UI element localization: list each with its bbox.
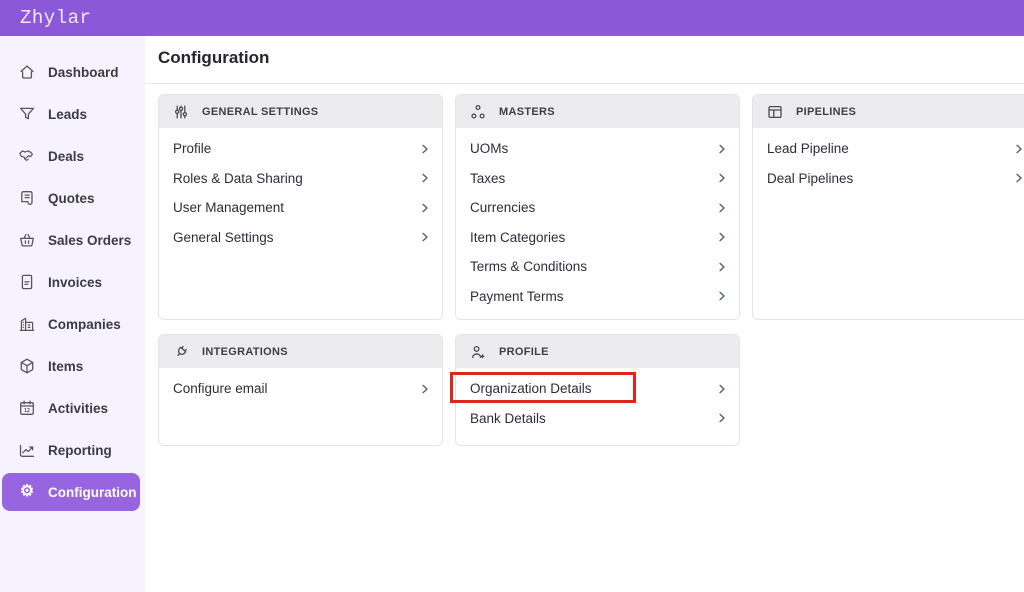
main-content: Configuration GENERAL SETTINGS Profile R… <box>145 36 1024 592</box>
config-link-profile[interactable]: Profile <box>173 134 432 164</box>
config-link-user-management[interactable]: User Management <box>173 193 432 223</box>
card-title: PIPELINES <box>796 106 856 118</box>
chevron-right-icon <box>1012 171 1024 185</box>
sidebar-item-label: Sales Orders <box>48 233 131 248</box>
hierarchy-icon <box>470 104 486 120</box>
invoice-file-icon <box>18 273 36 291</box>
sidebar-item-label: Companies <box>48 317 121 332</box>
card-pipelines-header: PIPELINES <box>753 95 1024 128</box>
card-masters-header: MASTERS <box>456 95 739 128</box>
sidebar: Dashboard Leads Deals Quotes Sales Order <box>0 36 145 592</box>
gear-icon: ⚙ <box>18 483 36 501</box>
config-link-deal-pipelines[interactable]: Deal Pipelines <box>767 164 1024 194</box>
config-link-general-settings[interactable]: General Settings <box>173 223 432 253</box>
chart-line-icon <box>18 441 36 459</box>
config-link-roles-data-sharing[interactable]: Roles & Data Sharing <box>173 164 432 194</box>
config-link-terms-conditions[interactable]: Terms & Conditions <box>470 252 729 282</box>
chevron-right-icon <box>715 260 729 274</box>
card-general-settings-header: GENERAL SETTINGS <box>159 95 442 128</box>
config-link-currencies[interactable]: Currencies <box>470 193 729 223</box>
sidebar-item-label: Quotes <box>48 191 95 206</box>
handshake-icon <box>18 147 36 165</box>
app-window: Zhylar Dashboard Leads Deals Quotes <box>0 0 1024 592</box>
card-pipelines: PIPELINES Lead Pipeline Deal Pipelines <box>752 94 1024 320</box>
home-icon <box>18 63 36 81</box>
config-link-configure-email[interactable]: Configure email <box>173 374 432 404</box>
sidebar-item-label: Dashboard <box>48 65 119 80</box>
board-icon <box>767 104 783 120</box>
config-link-lead-pipeline[interactable]: Lead Pipeline <box>767 134 1024 164</box>
sliders-icon <box>173 104 189 120</box>
sidebar-item-invoices[interactable]: Invoices <box>0 261 145 303</box>
top-bar: Zhylar <box>0 0 1024 36</box>
sidebar-item-configuration[interactable]: ⚙ Configuration <box>2 473 140 511</box>
chevron-right-icon <box>418 201 432 215</box>
card-profile-header: PROFILE <box>456 335 739 368</box>
chevron-right-icon <box>715 382 729 396</box>
config-link-organization-details[interactable]: Organization Details <box>470 374 729 404</box>
cube-icon <box>18 357 36 375</box>
chevron-right-icon <box>715 171 729 185</box>
card-integrations-header: INTEGRATIONS <box>159 335 442 368</box>
sidebar-item-label: Activities <box>48 401 108 416</box>
user-plus-icon <box>470 344 486 360</box>
page-title: Configuration <box>158 48 269 68</box>
card-masters: MASTERS UOMs Taxes Currencies Item Categ… <box>455 94 740 320</box>
sidebar-item-label: Deals <box>48 149 84 164</box>
card-title: GENERAL SETTINGS <box>202 106 318 118</box>
chevron-right-icon <box>418 230 432 244</box>
sidebar-item-items[interactable]: Items <box>0 345 145 387</box>
config-link-item-categories[interactable]: Item Categories <box>470 223 729 253</box>
sidebar-item-leads[interactable]: Leads <box>0 93 145 135</box>
chevron-right-icon <box>715 411 729 425</box>
calendar-icon: 12 <box>18 399 36 417</box>
plug-icon <box>173 344 189 360</box>
funnel-icon <box>18 105 36 123</box>
sidebar-item-companies[interactable]: Companies <box>0 303 145 345</box>
quote-scroll-icon <box>18 189 36 207</box>
sidebar-item-label: Items <box>48 359 83 374</box>
sidebar-item-reporting[interactable]: Reporting <box>0 429 145 471</box>
card-profile: PROFILE Organization Details Bank Detail… <box>455 334 740 446</box>
basket-icon <box>18 231 36 249</box>
sidebar-item-sales-orders[interactable]: Sales Orders <box>0 219 145 261</box>
building-icon <box>18 315 36 333</box>
chevron-right-icon <box>1012 142 1024 156</box>
chevron-right-icon <box>715 289 729 303</box>
chevron-right-icon <box>715 142 729 156</box>
sidebar-item-dashboard[interactable]: Dashboard <box>0 51 145 93</box>
sidebar-item-label: Leads <box>48 107 87 122</box>
chevron-right-icon <box>715 230 729 244</box>
sidebar-item-quotes[interactable]: Quotes <box>0 177 145 219</box>
chevron-right-icon <box>418 382 432 396</box>
sidebar-item-deals[interactable]: Deals <box>0 135 145 177</box>
config-link-taxes[interactable]: Taxes <box>470 164 729 194</box>
sidebar-item-label: Invoices <box>48 275 102 290</box>
config-link-payment-terms[interactable]: Payment Terms <box>470 282 729 312</box>
title-divider <box>145 83 1024 84</box>
card-general-settings: GENERAL SETTINGS Profile Roles & Data Sh… <box>158 94 443 320</box>
app-logo: Zhylar <box>20 7 91 29</box>
card-title: INTEGRATIONS <box>202 346 288 358</box>
config-link-bank-details[interactable]: Bank Details <box>470 404 729 434</box>
card-title: MASTERS <box>499 106 555 118</box>
sidebar-item-activities[interactable]: 12 Activities <box>0 387 145 429</box>
card-integrations: INTEGRATIONS Configure email <box>158 334 443 446</box>
sidebar-item-label: Configuration <box>48 485 136 500</box>
svg-text:12: 12 <box>24 408 30 414</box>
chevron-right-icon <box>715 201 729 215</box>
config-link-uoms[interactable]: UOMs <box>470 134 729 164</box>
card-title: PROFILE <box>499 346 549 358</box>
chevron-right-icon <box>418 142 432 156</box>
chevron-right-icon <box>418 171 432 185</box>
sidebar-item-label: Reporting <box>48 443 112 458</box>
